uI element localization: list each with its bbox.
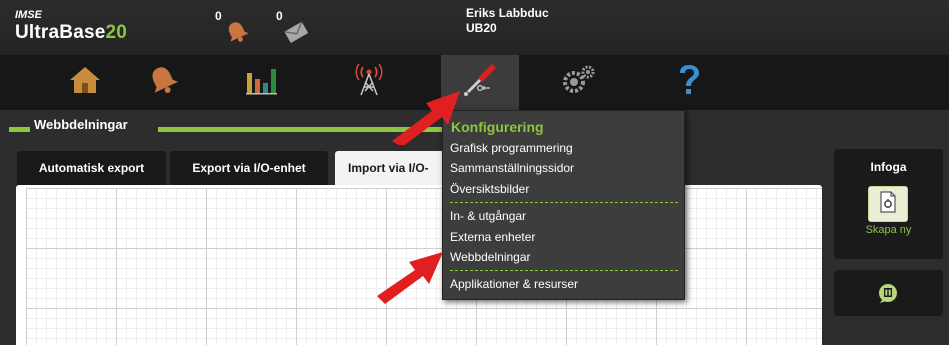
info-button[interactable] [876,282,900,309]
create-new-label: Skapa ny [865,224,912,236]
menu-item-external-units[interactable]: Externa enheter [450,230,535,244]
alarm-bell-icon[interactable] [224,20,250,49]
brand-name: UltraBase [15,22,106,43]
bell-icon [144,64,182,101]
info-panel [834,270,943,316]
menu-item-applications-resources[interactable]: Applikationer & resurser [450,277,578,291]
menu-separator [450,202,678,203]
brand-subtitle: IMSE [15,9,42,21]
nav-home[interactable] [46,55,124,110]
main-nav [0,55,949,110]
tab-export-io[interactable]: Export via I/O-enhet [170,151,328,185]
annotation-arrow-menu [377,252,443,304]
section-title: Webbdelningar [34,117,128,132]
antenna-icon [352,63,386,101]
nav-settings[interactable] [539,55,617,110]
menu-item-overview-images[interactable]: Översiktsbilder [450,182,529,196]
user-site: UB20 [466,21,497,35]
menu-item-inputs-outputs[interactable]: In- & utgångar [450,209,526,223]
nav-alarms[interactable] [124,55,202,110]
tab-import-io[interactable]: Import via I/O- [335,151,455,185]
alarm-count: 0 [215,9,222,23]
brand-logo[interactable]: UltraBase20 [15,22,127,44]
envelope-icon[interactable] [283,20,309,49]
info-speech-icon [876,284,900,308]
section-divider-left [9,127,30,132]
menu-item-web-shares[interactable]: Webbdelningar [450,250,531,264]
user-name: Eriks Labbduc [466,6,549,20]
message-count: 0 [276,9,283,23]
brand-number: 20 [105,22,128,43]
nav-help[interactable] [650,55,728,110]
annotation-arrow-nav [392,91,460,145]
tab-automatic-export[interactable]: Automatisk export [17,151,166,185]
menu-separator [450,270,678,271]
menu-item-graphic-programming[interactable]: Grafisk programmering [450,141,573,155]
new-document-icon [877,190,899,219]
top-header: IMSE UltraBase20 0 0 Eriks Labbduc UB20 [0,0,949,55]
home-icon [68,65,102,100]
question-icon [675,63,703,102]
menu-item-summary-pages[interactable]: Sammanställningssidor [450,161,574,175]
nav-charts[interactable] [222,55,300,110]
app-root: IMSE UltraBase20 0 0 Eriks Labbduc UB20 [0,0,949,345]
insert-title: Infoga [870,160,907,174]
bar-chart-icon [244,65,278,100]
gears-icon [560,64,596,101]
create-new-button[interactable] [868,186,908,222]
config-dropdown-menu: Konfigurering Grafisk programmering Samm… [442,110,685,300]
screwdriver-icon [460,62,500,103]
